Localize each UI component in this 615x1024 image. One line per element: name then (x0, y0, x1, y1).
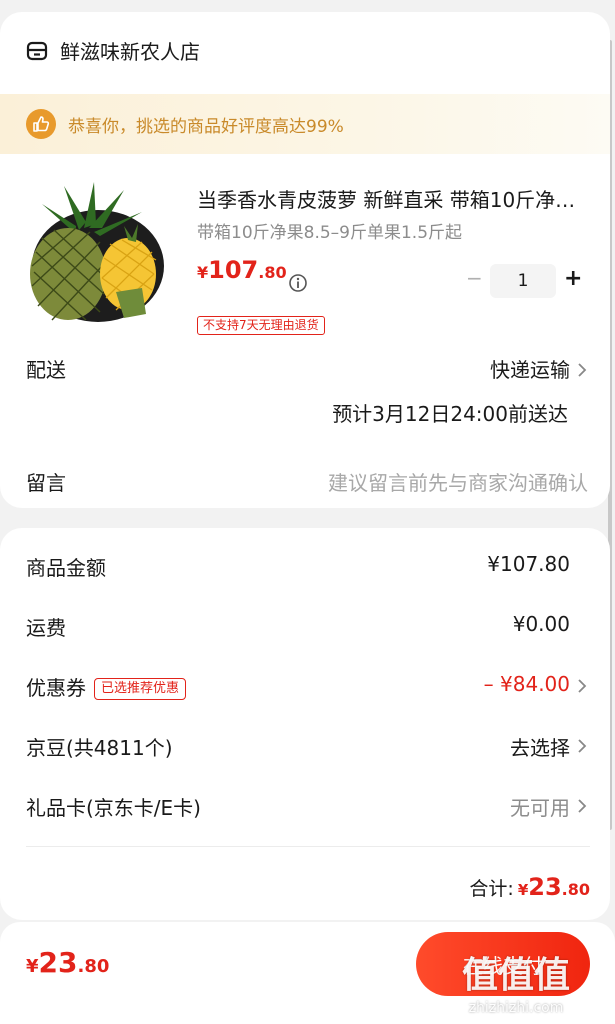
delivery-eta: 预计3月12日24:00前送达 (332, 402, 568, 426)
coupon-value[interactable]: – ¥84.00 (484, 672, 570, 696)
message-input[interactable]: 建议留言前先与商家沟通确认 (328, 467, 588, 496)
chevron-right-icon[interactable] (576, 361, 588, 379)
goods-amount-value: ¥107.80 (487, 552, 570, 576)
quantity-decrease-button[interactable]: − (466, 266, 483, 290)
shop-header[interactable]: 鲜滋味新农人店 (26, 36, 200, 65)
store-icon (26, 41, 48, 60)
total-decimal: .80 (561, 880, 590, 899)
jingdou-select[interactable]: 去选择 (510, 732, 570, 761)
pay-online-button[interactable]: 在线支付 (416, 932, 590, 996)
order-card: 鲜滋味新农人店 恭喜你，挑选的商品好评度高达99% 当季香水青皮菠萝 新鲜直采 … (0, 12, 610, 508)
fee-card: 商品金额 ¥107.80 运费 ¥0.00 优惠券 已选推荐优惠 – ¥84.00… (0, 528, 610, 920)
product-image[interactable] (24, 182, 166, 324)
rating-banner: 恭喜你，挑选的商品好评度高达99% (0, 94, 610, 154)
delivery-label: 配送 (26, 358, 66, 382)
total-amount: ¥23.80 (518, 873, 590, 901)
total-label: 合计: (469, 878, 514, 900)
jingdou-label: 京豆(共4811个) (26, 736, 173, 760)
checkout-price: ¥23.80 (26, 946, 109, 979)
info-icon[interactable] (288, 273, 308, 293)
no-return-badge: 不支持7天无理由退货 (197, 316, 325, 335)
shipping-label: 运费 (26, 616, 66, 640)
total-currency: ¥ (517, 881, 529, 899)
giftcard-label: 礼品卡(京东卡/E卡) (26, 796, 201, 820)
giftcard-value[interactable]: 无可用 (510, 792, 570, 821)
chevron-right-icon[interactable] (576, 737, 588, 755)
coupon-label[interactable]: 优惠券 已选推荐优惠 (26, 672, 187, 701)
quantity-increase-button[interactable]: + (564, 266, 582, 291)
price-decimal: .80 (258, 263, 287, 282)
thumbs-up-icon (26, 109, 56, 139)
chevron-right-icon[interactable] (576, 797, 588, 815)
shipping-value: ¥0.00 (512, 612, 570, 636)
checkout-integer: 23 (38, 946, 78, 979)
chevron-right-icon[interactable] (576, 677, 588, 695)
shop-name: 鲜滋味新农人店 (60, 40, 200, 64)
total-row: 合计: ¥23.80 (469, 873, 590, 901)
price-currency: ¥ (197, 263, 209, 282)
product-price: ¥107.80 (197, 256, 287, 284)
product-spec: 带箱10斤净果8.5–9斤单果1.5斤起 (197, 223, 463, 243)
product-title[interactable]: 当季香水青皮菠萝 新鲜直采 带箱10斤净果8.5-9斤单果1.5斤起 (197, 184, 592, 213)
rating-text: 恭喜你，挑选的商品好评度高达99% (68, 116, 344, 137)
coupon-label-text: 优惠券 (26, 676, 86, 700)
coupon-recommended-badge: 已选推荐优惠 (94, 678, 187, 700)
price-integer: 107 (208, 256, 259, 284)
checkout-currency: ¥ (26, 956, 39, 977)
checkout-bar: ¥23.80 在线支付 (0, 922, 615, 1024)
delivery-method[interactable]: 快递运输 (490, 354, 570, 383)
total-integer: 23 (528, 873, 562, 901)
checkout-decimal: .80 (77, 956, 110, 977)
quantity-input[interactable]: 1 (490, 264, 556, 298)
divider (26, 846, 590, 847)
goods-amount-label: 商品金额 (26, 556, 106, 580)
message-label: 留言 (26, 471, 66, 495)
